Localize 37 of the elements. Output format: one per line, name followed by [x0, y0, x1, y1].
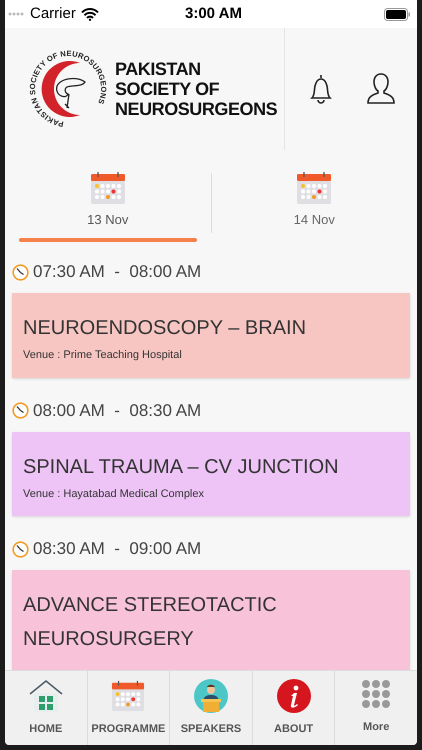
house-icon: [28, 679, 64, 713]
tab-bar-item[interactable]: More: [334, 671, 417, 745]
session-card[interactable]: SPINAL TRAUMA – CV JUNCTION Venue : Hayatabad Medical Complex: [12, 432, 410, 516]
session-title: SPINAL TRAUMA – CV JUNCTION: [23, 454, 340, 480]
session-time: 08:00 AM - 08:30 AM: [33, 400, 202, 422]
session-card[interactable]: ADVANCE STEREOTACTIC NEUROSURGERY: [12, 570, 410, 670]
tab-bar-item[interactable]: PROGRAMME: [86, 671, 170, 745]
clock-icon: [12, 264, 29, 280]
wifi-icon: [80, 8, 99, 20]
session-card[interactable]: NEUROENDOSCOPY – BRAIN Venue : Prime Teaching Hospital: [12, 293, 410, 378]
tab-bar-item[interactable]: ABOUT: [252, 671, 334, 745]
grid-menu-icon: [361, 679, 392, 709]
session-time: 08:30 AM - 09:00 AM: [33, 538, 202, 560]
clock-icon: [12, 540, 29, 558]
tab-bar-item[interactable]: HOME: [5, 671, 87, 745]
session-time: 07:30 AM - 08:00 AM: [33, 261, 202, 284]
carrier-name: Carrier: [30, 4, 76, 24]
battery-icon: [384, 8, 411, 20]
session-title: ADVANCE STEREOTACTIC NEUROSURGERY: [23, 593, 278, 652]
clock-icon: [12, 402, 29, 419]
speaker-at-podium-icon: [194, 679, 228, 713]
info-icon: [276, 679, 311, 713]
calendar-icon: [90, 170, 126, 206]
organization-name: SOCIETY OF: [115, 79, 220, 99]
status-time: 3:00 AM: [185, 4, 242, 24]
session-venue: Venue : Hayatabad Medical Complex: [23, 486, 205, 502]
date-tab[interactable]: 13 Nov: [5, 170, 210, 240]
organization-name: NEUROSURGEONS: [115, 99, 278, 119]
user-profile-icon[interactable]: [366, 71, 396, 107]
calendar-icon: [296, 170, 332, 206]
date-tab[interactable]: 14 Nov: [212, 170, 417, 240]
organization-name: PAKISTAN: [115, 59, 202, 79]
tab-bar-item[interactable]: SPEAKERS: [169, 671, 252, 745]
session-title: NEUROENDOSCOPY – BRAIN: [23, 316, 308, 341]
session-venue: Venue : Prime Teaching Hospital: [23, 348, 183, 363]
calendar-icon: [111, 679, 146, 713]
signal-icon: [8, 12, 26, 16]
